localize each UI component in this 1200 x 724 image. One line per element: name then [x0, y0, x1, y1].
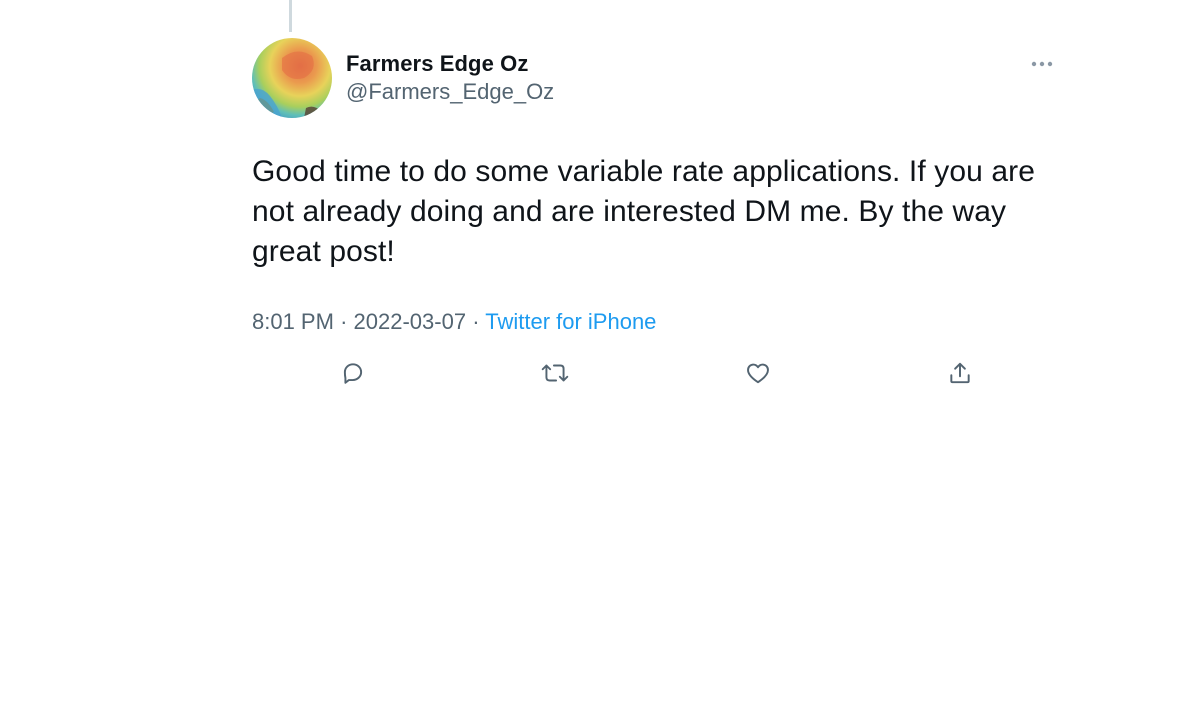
- retweet-icon: [541, 364, 569, 382]
- tweet-time[interactable]: 8:01 PM: [252, 309, 334, 334]
- more-horizontal-icon: [1031, 61, 1053, 67]
- tweet-source-link[interactable]: Twitter for iPhone: [485, 309, 656, 334]
- more-options-button[interactable]: [1022, 52, 1062, 76]
- reply-icon: [343, 363, 363, 384]
- retweet-button[interactable]: [539, 358, 571, 388]
- like-button[interactable]: [742, 358, 774, 388]
- avatar-heatmap-image: [252, 38, 332, 118]
- meta-separator: ·: [472, 309, 480, 334]
- share-button[interactable]: [944, 358, 976, 388]
- author-names: Farmers Edge Oz @Farmers_Edge_Oz: [346, 50, 554, 106]
- user-handle[interactable]: @Farmers_Edge_Oz: [346, 78, 554, 106]
- tweet-header: Farmers Edge Oz @Farmers_Edge_Oz: [252, 38, 1072, 120]
- display-name[interactable]: Farmers Edge Oz: [346, 50, 554, 78]
- tweet-detail-page: Farmers Edge Oz @Farmers_Edge_Oz Good ti…: [0, 0, 1200, 724]
- heart-icon: [747, 363, 769, 384]
- meta-separator: ·: [340, 309, 348, 334]
- tweet-date[interactable]: 2022-03-07: [354, 309, 467, 334]
- thread-connector-line: [289, 0, 292, 32]
- share-icon: [950, 362, 970, 384]
- tweet-actions: [337, 358, 987, 388]
- tweet-text: Good time to do some variable rate appli…: [252, 155, 1035, 268]
- reply-button[interactable]: [337, 358, 369, 388]
- tweet-metadata: 8:01 PM · 2022-03-07 · Twitter for iPhon…: [252, 308, 656, 336]
- tweet: Farmers Edge Oz @Farmers_Edge_Oz Good ti…: [252, 38, 1072, 384]
- avatar[interactable]: [252, 38, 332, 118]
